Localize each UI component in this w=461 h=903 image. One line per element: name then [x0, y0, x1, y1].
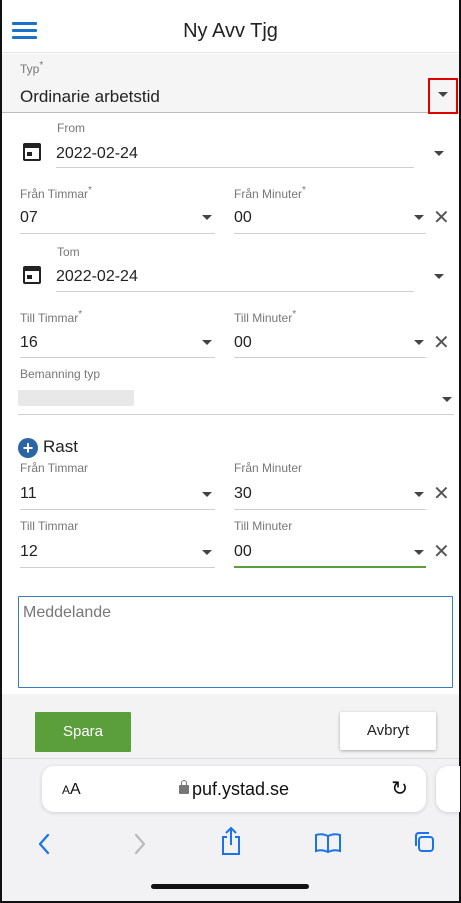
rast-till-minuter-close-icon[interactable]: ✕ — [433, 542, 450, 562]
rast-fran-timmar-value[interactable]: 11 — [20, 485, 37, 503]
rast-fran-minuter-underline — [234, 509, 426, 510]
rast-fran-minuter-close-icon[interactable]: ✕ — [433, 484, 450, 504]
fran-timmar-chevron-down-icon[interactable] — [202, 215, 212, 220]
tom-chevron-down-icon[interactable] — [434, 274, 444, 279]
bemanning-chevron-down-icon[interactable] — [442, 397, 452, 402]
rast-till-timmar-underline — [20, 567, 215, 568]
till-minuter-close-icon[interactable]: ✕ — [433, 333, 450, 353]
rast-till-minuter-underline-focused — [234, 566, 426, 568]
app-header: Ny Avv Tjg — [2, 0, 459, 53]
till-timmar-underline — [20, 357, 215, 358]
bemanning-underline — [18, 414, 454, 415]
rast-till-timmar-label: Till Timmar — [20, 519, 79, 533]
fran-timmar-label: Från Timmar* — [20, 185, 92, 201]
from-chevron-down-icon[interactable] — [434, 151, 444, 156]
page-title: Ny Avv Tjg — [183, 20, 278, 42]
calendar-icon[interactable] — [23, 143, 41, 161]
from-label: From — [57, 121, 85, 135]
rast-till-minuter-label: Till Minuter — [234, 519, 293, 533]
tabs-icon[interactable] — [412, 830, 436, 854]
book-icon[interactable] — [314, 832, 342, 854]
fran-minuter-close-icon[interactable]: ✕ — [433, 208, 450, 228]
rast-till-minuter-value[interactable]: 00 — [234, 543, 252, 561]
till-timmar-label: Till Timmar* — [20, 309, 83, 325]
rast-fran-minuter-chevron-down-icon[interactable] — [414, 492, 424, 497]
till-minuter-chevron-down-icon[interactable] — [414, 340, 424, 345]
till-minuter-underline — [234, 357, 426, 358]
address-bar[interactable]: AA puf.ystad.se ↻ — [42, 766, 426, 812]
url-text[interactable]: puf.ystad.se — [42, 779, 426, 800]
till-minuter-label: Till Minuter* — [234, 309, 297, 325]
rast-till-timmar-value[interactable]: 12 — [20, 543, 38, 561]
typ-label: Typ* — [20, 60, 44, 76]
calendar-icon[interactable] — [23, 266, 41, 284]
rast-fran-minuter-value[interactable]: 30 — [234, 485, 252, 503]
cancel-button[interactable]: Avbryt — [340, 712, 436, 750]
share-icon[interactable] — [220, 826, 242, 856]
message-textarea[interactable]: Meddelande — [18, 596, 453, 688]
till-timmar-value[interactable]: 16 — [20, 334, 38, 352]
rast-till-timmar-chevron-down-icon[interactable] — [202, 550, 212, 555]
rast-till-minuter-chevron-down-icon[interactable] — [414, 550, 424, 555]
next-tab-peek[interactable] — [436, 766, 460, 812]
highlight-box — [428, 78, 458, 114]
from-underline — [56, 167, 414, 168]
tom-underline — [56, 291, 414, 292]
fran-minuter-underline — [234, 233, 426, 234]
fran-minuter-label: Från Minuter* — [234, 185, 306, 201]
back-icon[interactable] — [36, 832, 52, 856]
save-button[interactable]: Spara — [35, 712, 131, 752]
rast-fran-minuter-label: Från Minuter — [234, 461, 303, 475]
rast-fran-timmar-label: Från Timmar — [20, 461, 89, 475]
bemanning-value[interactable] — [18, 390, 134, 406]
rast-fran-timmar-chevron-down-icon[interactable] — [202, 492, 212, 497]
typ-value: Ordinarie arbetstid — [20, 87, 160, 106]
tom-label: Tom — [57, 245, 80, 259]
rast-fran-timmar-underline — [20, 509, 215, 510]
typ-underline — [2, 112, 459, 113]
fran-minuter-chevron-down-icon[interactable] — [414, 215, 424, 220]
message-placeholder: Meddelande — [23, 604, 112, 621]
lock-icon — [178, 780, 189, 794]
till-timmar-chevron-down-icon[interactable] — [202, 340, 212, 345]
till-minuter-value[interactable]: 00 — [234, 334, 252, 352]
tom-date[interactable]: 2022-02-24 — [56, 268, 138, 286]
forward-icon[interactable] — [132, 832, 148, 856]
home-indicator — [151, 884, 309, 889]
fran-timmar-value[interactable]: 07 — [20, 209, 38, 227]
fran-minuter-value[interactable]: 00 — [234, 209, 252, 227]
from-date[interactable]: 2022-02-24 — [56, 145, 138, 163]
bemanning-label: Bemanning typ — [20, 367, 101, 381]
add-rast-plus-circle-icon[interactable]: + — [18, 438, 38, 458]
reload-icon[interactable]: ↻ — [391, 776, 408, 801]
fran-timmar-underline — [20, 233, 215, 234]
rast-title: Rast — [43, 437, 78, 456]
